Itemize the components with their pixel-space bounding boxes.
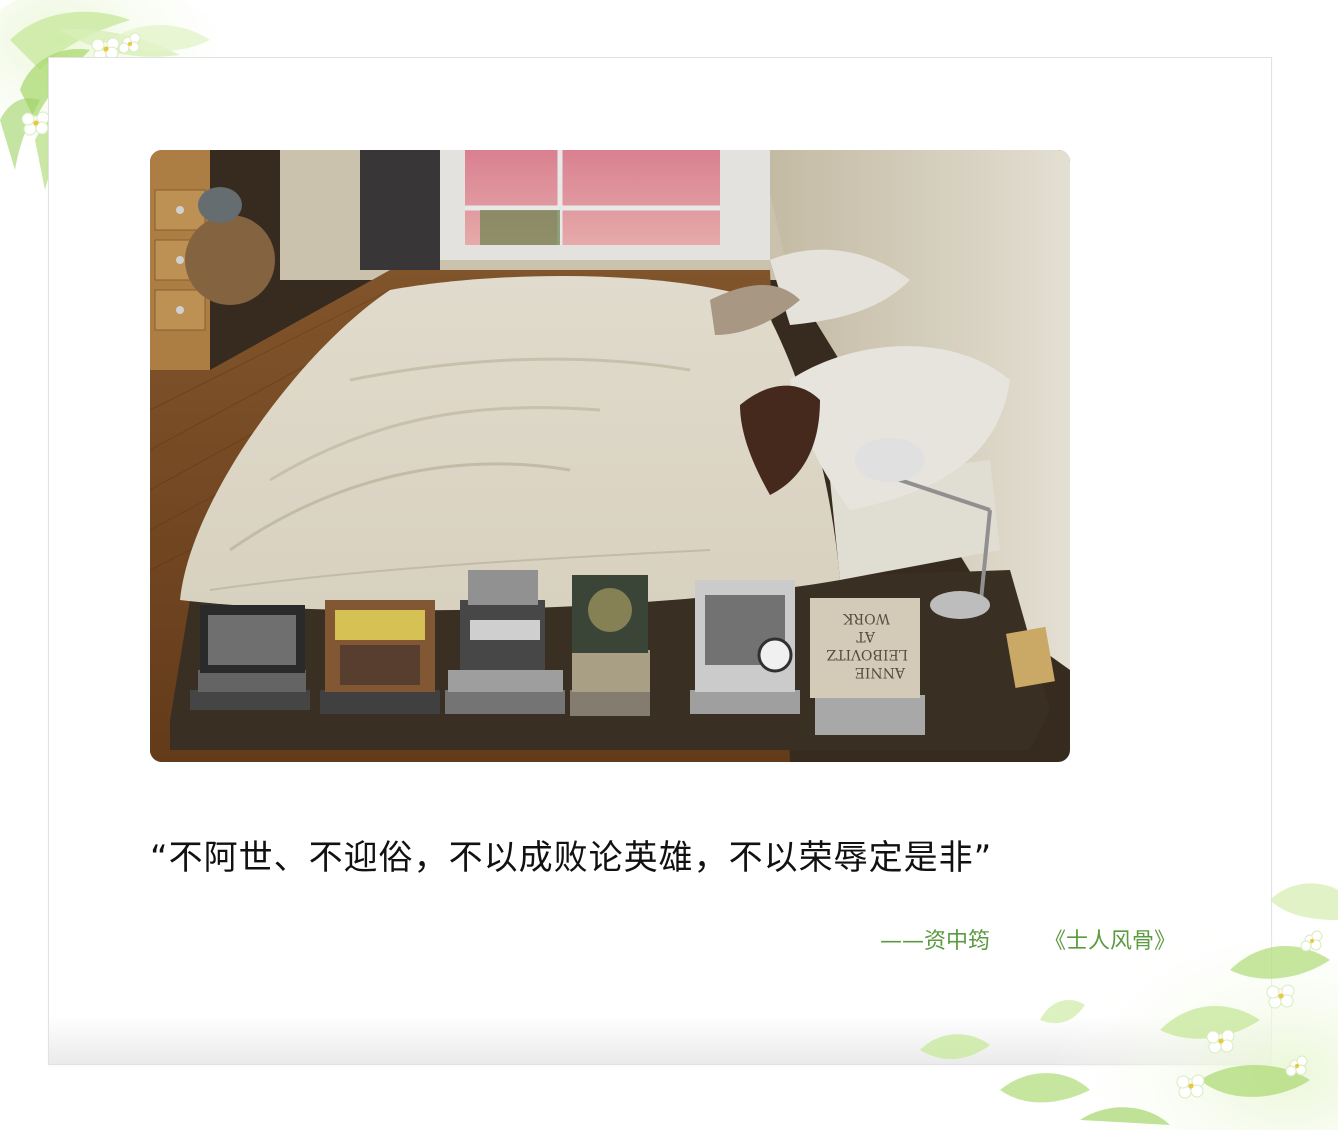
- quote-text: “不阿世、不迎俗，不以成败论英雄，不以荣辱定是非”: [150, 838, 993, 878]
- attribution: ——资中筠 《士人风骨》: [880, 926, 1176, 958]
- bedroom-photo: ANNIE LEIBOVITZ AT WORK: [150, 150, 1070, 762]
- quote-author: ——资中筠: [880, 929, 991, 954]
- quote-source: 《士人风骨》: [1044, 929, 1177, 954]
- card-bottom-shadow: [49, 1016, 1271, 1064]
